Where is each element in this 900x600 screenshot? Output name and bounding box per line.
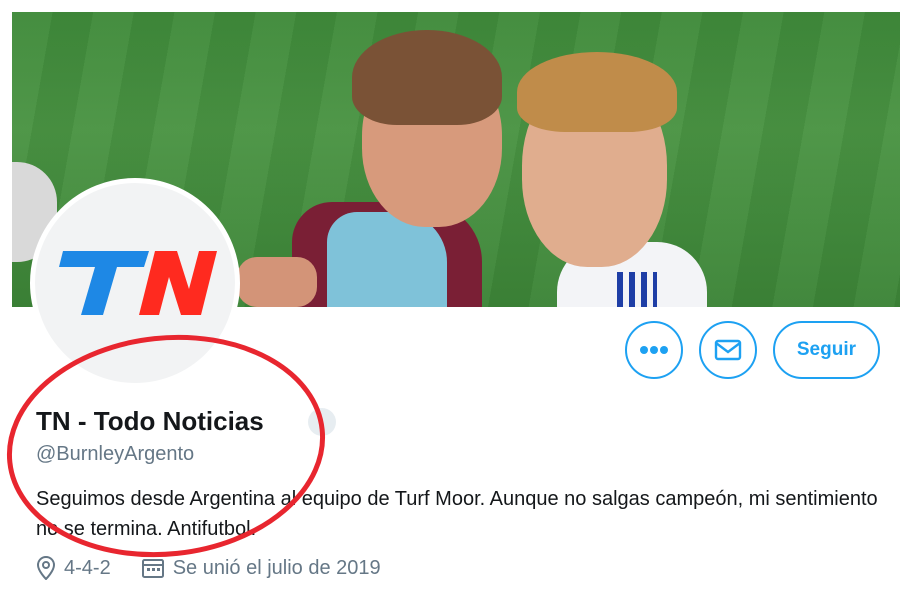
message-button[interactable] — [698, 321, 757, 379]
joined-date: Se unió el julio de 2019 — [172, 556, 381, 579]
profile-avatar[interactable] — [30, 178, 240, 388]
follow-button[interactable]: Seguir — [772, 321, 880, 379]
location-text: 4-4-2 — [64, 556, 111, 579]
user-handle: @BurnleyArgento — [36, 443, 195, 465]
envelope-icon — [714, 339, 742, 361]
player-right — [502, 42, 722, 307]
more-dots-icon — [639, 346, 668, 354]
player-left — [292, 12, 522, 307]
top-frame — [0, 0, 900, 12]
profile-actions: Seguir — [624, 321, 880, 379]
display-name: TN - Todo Noticias — [36, 406, 264, 436]
tn-logo — [59, 251, 217, 315]
profile-meta: 4-4-2 Se unió el julio de 2019 — [36, 556, 381, 580]
more-options-button[interactable] — [624, 321, 683, 379]
calendar-icon — [141, 559, 164, 578]
badge-placeholder-icon — [308, 408, 336, 436]
background-arm-2 — [237, 257, 317, 307]
profile-bio: Seguimos desde Argentina al equipo de Tu… — [36, 488, 878, 540]
location-pin-icon — [36, 556, 56, 580]
